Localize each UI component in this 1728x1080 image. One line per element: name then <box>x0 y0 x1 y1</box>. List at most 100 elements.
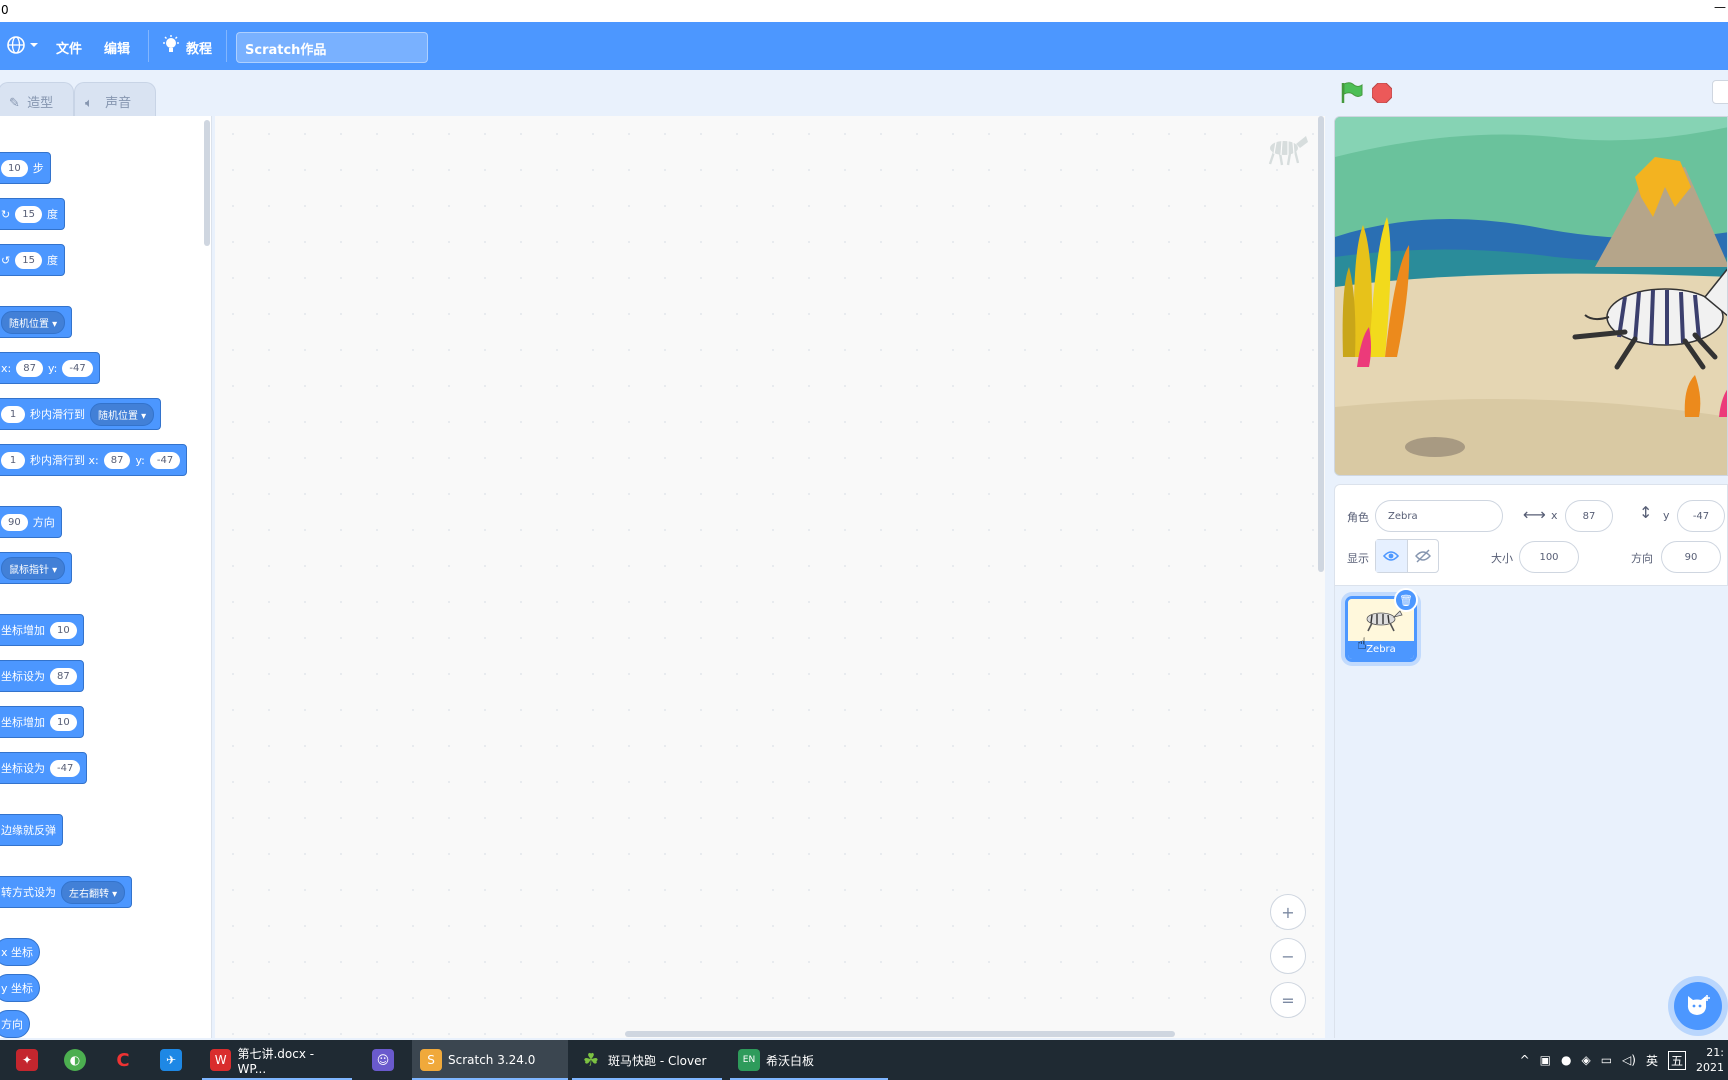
x-position-input[interactable]: 87 <box>1565 500 1613 532</box>
x-input[interactable]: 87 <box>103 451 131 469</box>
reporter-y-position[interactable]: y 坐标 <box>0 974 41 1002</box>
sprite-name-input[interactable]: Zebra <box>1375 500 1503 532</box>
reporter-direction[interactable]: 方向 <box>0 1010 30 1038</box>
taskbar-item-whiteboard[interactable]: EN 希沃白板 <box>730 1040 888 1080</box>
trash-icon: 🗑︎ <box>1399 593 1413 607</box>
degrees-input[interactable]: 15 <box>15 251 42 269</box>
taskbar-app-avatar[interactable]: ☺ <box>364 1040 402 1080</box>
change-input[interactable]: 10 <box>50 621 77 639</box>
edit-menu[interactable]: 编辑 <box>104 38 130 57</box>
taskbar-item-wps[interactable]: W 第七讲.docx - WP... <box>202 1040 352 1080</box>
wps-icon: W <box>210 1049 232 1071</box>
microphone-icon[interactable]: ● <box>1561 1053 1571 1067</box>
block-goto-random[interactable]: 随机位置 ▾ <box>0 306 73 338</box>
y-input[interactable]: -47 <box>149 451 181 469</box>
block-turn-left[interactable]: ↺ 15 度 <box>0 244 65 276</box>
taskbar-app-browser[interactable]: ◐ <box>56 1040 94 1080</box>
ime-mode[interactable]: 五 <box>1667 1050 1686 1070</box>
block-label: x 坐标 <box>1 946 34 959</box>
chevron-up-icon[interactable]: ^ <box>1520 1053 1530 1067</box>
zebra-watermark-icon <box>1260 132 1310 172</box>
block-turn-right[interactable]: ↻ 15 度 <box>0 198 65 230</box>
taskbar-app-c[interactable]: C <box>104 1040 142 1080</box>
zoom-out-button[interactable]: − <box>1270 938 1306 974</box>
zoom-reset-button[interactable]: = <box>1270 982 1306 1018</box>
block-glide-random[interactable]: 1 秒内滑行到 随机位置 ▾ <box>0 398 162 430</box>
block-goto-xy[interactable]: x: 87 y: -47 <box>0 352 100 384</box>
delete-sprite-button[interactable]: 🗑︎ <box>1394 588 1418 612</box>
minimize-button[interactable]: — <box>1698 0 1728 22</box>
window-titlebar: 0 — <box>0 0 1728 22</box>
tab-sounds[interactable]: 🔈︎ 声音 <box>74 82 156 116</box>
block-change-x[interactable]: 坐标增加 10 <box>0 614 84 646</box>
block-label: 坐标增加 <box>1 716 45 729</box>
block-bounce[interactable]: 边缘就反弹 <box>0 814 63 846</box>
taskbar-item-scratch[interactable]: S Scratch 3.24.0 <box>412 1040 568 1080</box>
layout-toggle-icon[interactable] <box>1712 80 1728 104</box>
project-title-input[interactable]: Scratch作品 <box>236 32 428 63</box>
block-point-towards[interactable]: 鼠标指针 ▾ <box>0 552 73 584</box>
tutorials-menu[interactable]: 教程 <box>186 38 212 57</box>
degrees-input[interactable]: 15 <box>15 205 42 223</box>
target-dropdown[interactable]: 随机位置 ▾ <box>90 402 155 426</box>
block-set-x[interactable]: 坐标设为 87 <box>0 660 84 692</box>
network-app-icon[interactable]: ▣ <box>1540 1053 1551 1067</box>
add-sprite-button[interactable] <box>1674 982 1722 1030</box>
system-tray: ^ ▣ ● ◈ ▭ ◁) 英 五 21: 2021 <box>1520 1040 1728 1080</box>
green-flag-icon[interactable] <box>1340 82 1364 108</box>
seconds-input[interactable]: 1 <box>1 451 25 469</box>
target-dropdown[interactable]: 随机位置 ▾ <box>1 310 66 334</box>
network-icon[interactable]: ▭ <box>1601 1053 1612 1067</box>
direction-input[interactable]: 90 <box>1 513 28 531</box>
volume-icon[interactable]: ◁) <box>1622 1053 1636 1067</box>
clock[interactable]: 21: 2021 <box>1696 1045 1724 1075</box>
ime-language[interactable]: 英 <box>1646 1052 1658 1069</box>
set-input[interactable]: -47 <box>50 759 81 777</box>
steps-input[interactable]: 10 <box>1 159 28 177</box>
y-input[interactable]: -47 <box>62 359 93 377</box>
change-input[interactable]: 10 <box>50 713 77 731</box>
block-rotation-style[interactable]: 转方式设为 左右翻转 ▾ <box>0 876 133 908</box>
direction-label: 方向 <box>1631 552 1653 565</box>
language-globe-icon[interactable] <box>6 34 40 60</box>
block-change-y[interactable]: 坐标增加 10 <box>0 706 84 738</box>
dropdown-value: 随机位置 <box>9 318 49 330</box>
rotation-dropdown[interactable]: 左右翻转 ▾ <box>61 880 126 904</box>
block-glide-xy[interactable]: 1 秒内滑行到 x: 87 y: -47 <box>0 444 188 476</box>
stop-sign-icon[interactable] <box>1371 82 1393 107</box>
x-input[interactable]: 87 <box>16 359 43 377</box>
block-label: 坐标设为 <box>1 762 45 775</box>
script-horizontal-scrollbar[interactable] <box>625 1031 1175 1037</box>
seconds-input[interactable]: 1 <box>1 405 25 423</box>
script-vertical-scrollbar[interactable] <box>1318 116 1324 572</box>
palette-scrollbar[interactable] <box>204 120 210 246</box>
c-app-icon: C <box>116 1049 130 1071</box>
size-input[interactable]: 100 <box>1519 541 1579 573</box>
show-label: 显示 <box>1347 552 1369 565</box>
y-position-input[interactable]: -47 <box>1677 500 1725 532</box>
stage-canvas[interactable] <box>1334 116 1728 476</box>
taskbar-item-clover[interactable]: ☘ 斑马快跑 - Clover <box>572 1040 722 1080</box>
towards-dropdown[interactable]: 鼠标指针 ▾ <box>1 556 66 580</box>
zoom-reset-icon: = <box>1281 990 1295 1010</box>
horizontal-arrows-icon: ⟷ <box>1523 505 1546 524</box>
taskbar-app-bird[interactable]: ✈ <box>152 1040 190 1080</box>
script-area[interactable] <box>215 116 1325 1038</box>
eye-icon[interactable] <box>1376 540 1408 572</box>
file-menu[interactable]: 文件 <box>56 38 82 57</box>
block-label: 转方式设为 <box>1 886 56 899</box>
block-set-y[interactable]: 坐标设为 -47 <box>0 752 88 784</box>
set-input[interactable]: 87 <box>50 667 77 685</box>
shield-icon[interactable]: ◈ <box>1581 1053 1590 1067</box>
stage-backdrop <box>1335 117 1727 475</box>
zoom-in-button[interactable]: + <box>1270 894 1306 930</box>
tab-costumes[interactable]: ✎ 造型 <box>0 82 74 116</box>
direction-input[interactable]: 90 <box>1661 541 1721 573</box>
block-point-direction[interactable]: 90 方向 <box>0 506 62 538</box>
rotate-right-icon: ↻ <box>1 207 11 221</box>
taskbar-app-red[interactable]: ✦ <box>8 1040 46 1080</box>
eye-hidden-icon[interactable] <box>1408 540 1439 572</box>
reporter-x-position[interactable]: x 坐标 <box>0 938 41 966</box>
clock-time: 21: <box>1706 1046 1724 1059</box>
block-move-steps[interactable]: 10 步 <box>0 152 51 184</box>
